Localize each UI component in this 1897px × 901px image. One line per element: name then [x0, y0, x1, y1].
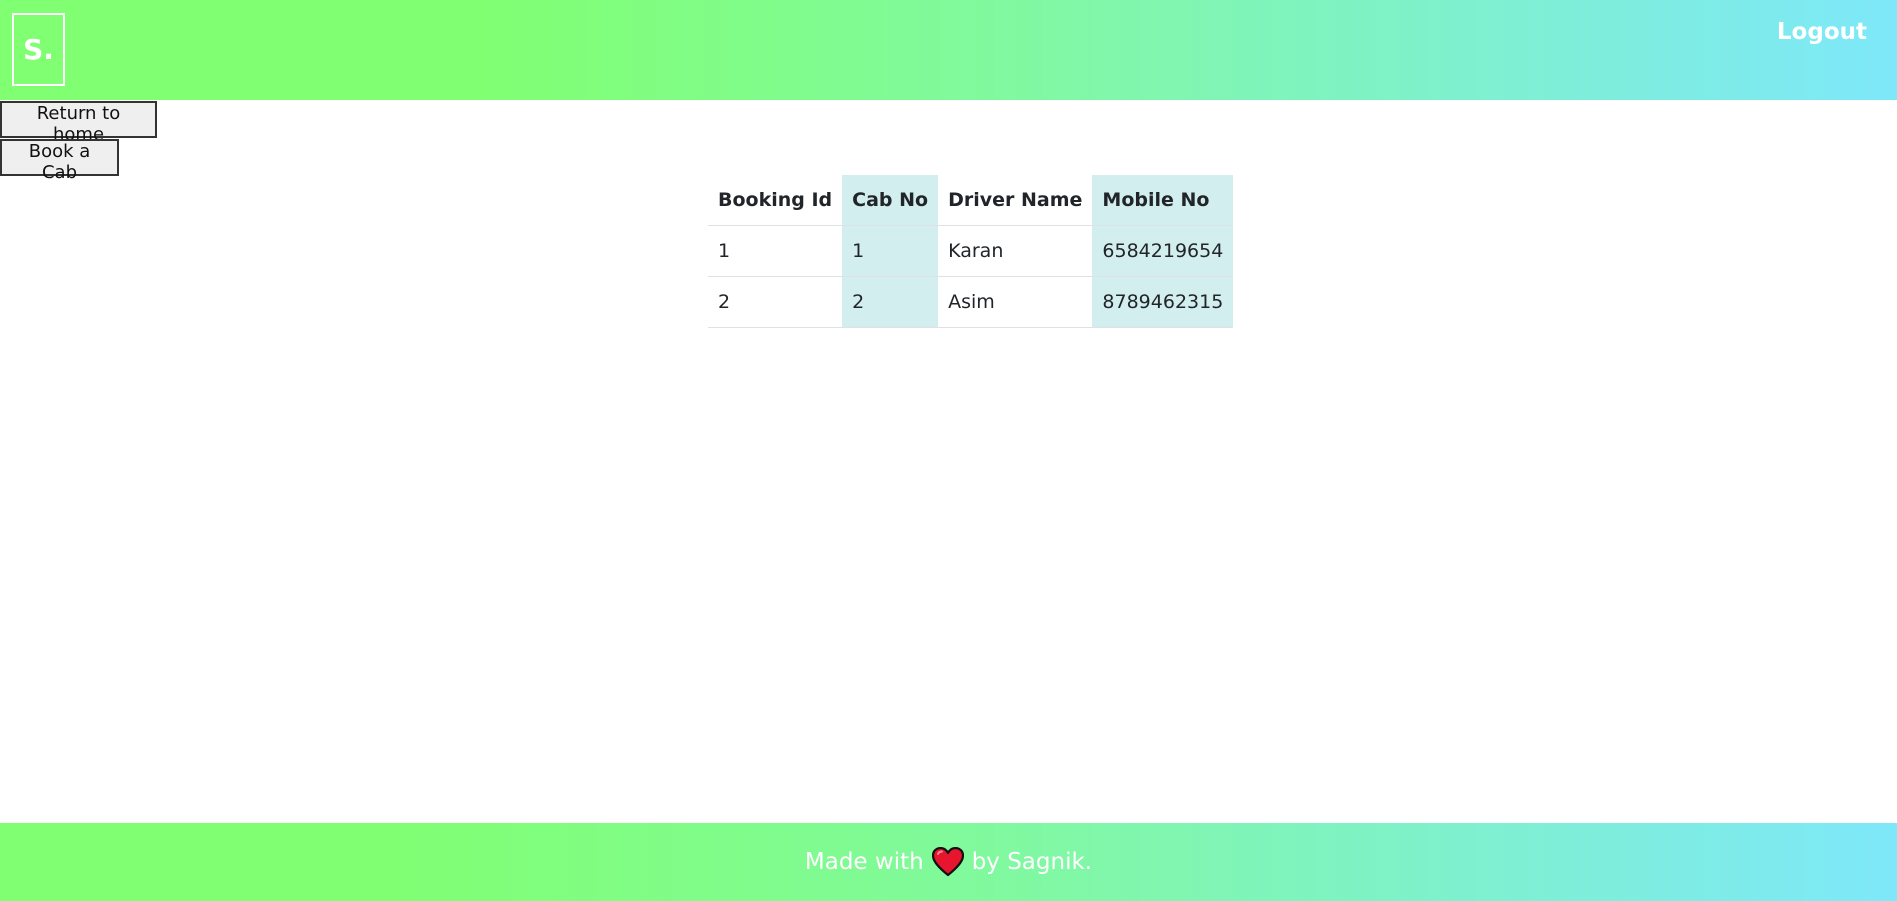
column-header-mobile-no: Mobile No — [1092, 175, 1234, 226]
footer-suffix: by Sagnik. — [971, 849, 1093, 875]
table-header-row: Booking Id Cab No Driver Name Mobile No — [708, 175, 1234, 226]
booking-id-cell: 2 — [708, 276, 843, 328]
table-row: 2 2 Asim 8789462315 — [708, 276, 1234, 328]
logout-link[interactable]: Logout — [1777, 19, 1867, 45]
footer-bar: Made with by Sagnik. — [0, 823, 1897, 901]
mobile-no-cell: 6584219654 — [1092, 225, 1234, 277]
book-cab-button[interactable]: Book a Cab — [0, 139, 119, 183]
cab-no-cell: 1 — [842, 225, 939, 277]
mobile-no-cell: 8789462315 — [1092, 276, 1234, 328]
bookings-table: Booking Id Cab No Driver Name Mobile No … — [708, 175, 1234, 328]
column-header-cab-no: Cab No — [842, 175, 939, 226]
table-row: 1 1 Karan 6584219654 — [708, 225, 1234, 277]
footer-prefix: Made with — [804, 849, 924, 875]
logo[interactable]: S. — [12, 13, 65, 86]
return-home-button[interactable]: Return to home — [0, 101, 157, 145]
column-header-driver-name: Driver Name — [938, 175, 1093, 226]
cab-no-cell: 2 — [842, 276, 939, 328]
driver-name-cell: Karan — [938, 225, 1093, 277]
booking-id-cell: 1 — [708, 225, 843, 277]
header-bar: S. Logout — [0, 0, 1897, 100]
driver-name-cell: Asim — [938, 276, 1093, 328]
heart-icon — [931, 846, 964, 877]
column-header-booking-id: Booking Id — [708, 175, 843, 226]
